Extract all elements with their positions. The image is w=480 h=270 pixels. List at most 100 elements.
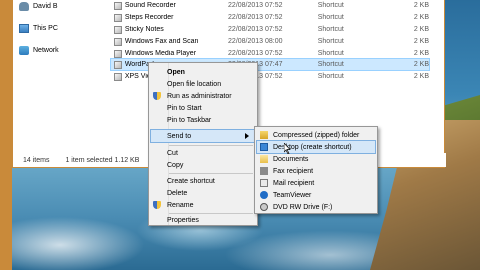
menu-item-label: Documents (273, 155, 309, 163)
shortcut-icon (114, 60, 122, 69)
table-row[interactable]: Sound Recorder 22/08/2013 07:52 Shortcut… (111, 0, 429, 11)
file-name: Sound Recorder (124, 2, 176, 9)
send-to-fax[interactable]: Fax recipient (257, 165, 375, 177)
nav-item-this-pc[interactable]: This PC (19, 22, 58, 34)
zip-folder-icon (260, 131, 268, 139)
file-type: Shortcut (317, 14, 344, 21)
file-date: 22/08/2013 07:52 (228, 14, 283, 21)
menu-separator (169, 145, 253, 146)
shortcut-icon (114, 25, 122, 34)
menu-item-label: Open file location (167, 80, 222, 88)
user-folder-icon (19, 1, 29, 11)
table-row[interactable]: Windows Fax and Scan 22/08/2013 08:00 Sh… (111, 36, 429, 47)
file-date: 22/08/2013 07:52 (228, 50, 283, 57)
menu-item-pin-to-start[interactable]: Pin to Start (151, 102, 255, 114)
nav-item-network[interactable]: Network (19, 44, 59, 56)
table-row[interactable]: Steps Recorder 22/08/2013 07:52 Shortcut… (111, 12, 429, 23)
file-type: Shortcut (317, 73, 344, 80)
file-size: 2 KB (413, 14, 429, 21)
menu-item-label: Rename (167, 201, 194, 209)
table-row[interactable]: Sticky Notes 22/08/2013 07:52 Shortcut 2… (111, 24, 429, 35)
mouse-cursor-icon (284, 143, 291, 154)
uac-shield-icon (153, 201, 161, 209)
file-name: Windows Fax and Scan (124, 38, 199, 45)
menu-item-label: Delete (167, 189, 188, 197)
menu-item-label: Cut (167, 149, 178, 157)
computer-icon (19, 23, 29, 33)
menu-item-label: TeamViewer (273, 191, 312, 199)
documents-folder-icon (260, 155, 268, 163)
selection-info: 1 item selected 1.12 KB (65, 156, 140, 164)
menu-item-send-to[interactable]: Send to (150, 129, 256, 143)
uac-shield-icon (153, 92, 161, 100)
file-size: 2 KB (413, 50, 429, 57)
send-to-desktop[interactable]: Desktop (create shortcut) (256, 140, 376, 154)
shortcut-icon (114, 1, 122, 10)
file-type: Shortcut (317, 50, 344, 57)
file-type: Shortcut (317, 38, 344, 45)
menu-item-rename[interactable]: Rename (151, 199, 255, 211)
file-type: Shortcut (317, 26, 344, 33)
nav-item-label: David B (33, 2, 58, 10)
file-name: Steps Recorder (124, 14, 174, 21)
menu-item-label: Create shortcut (167, 177, 215, 185)
navigation-pane: David B This PC Network (13, 0, 105, 150)
table-row[interactable]: Windows Media Player 22/08/2013 07:52 Sh… (111, 48, 429, 59)
file-size: 2 KB (413, 61, 429, 68)
menu-item-label: Run as administrator (167, 92, 232, 100)
file-name: Sticky Notes (124, 26, 164, 33)
menu-item-delete[interactable]: Delete (151, 187, 255, 199)
file-size: 2 KB (413, 2, 429, 9)
file-type: Shortcut (317, 2, 344, 9)
menu-item-open[interactable]: Open (151, 66, 255, 78)
shortcut-icon (114, 72, 122, 81)
send-to-documents[interactable]: Documents (257, 153, 375, 165)
nav-item-label: Network (33, 46, 59, 54)
menu-item-label: Fax recipient (273, 167, 314, 175)
menu-item-copy[interactable]: Copy (151, 159, 255, 171)
file-size: 2 KB (413, 38, 429, 45)
teamviewer-icon (260, 191, 268, 199)
nav-item-label: This PC (33, 24, 58, 32)
menu-item-create-shortcut[interactable]: Create shortcut (151, 175, 255, 187)
menu-item-cut[interactable]: Cut (151, 147, 255, 159)
window-edge (0, 0, 12, 270)
nav-item-user[interactable]: David B (19, 0, 58, 12)
shortcut-icon (114, 49, 122, 58)
menu-item-properties[interactable]: Properties (151, 214, 255, 226)
file-date: 22/08/2013 07:52 (228, 26, 283, 33)
send-to-teamviewer[interactable]: TeamViewer (257, 189, 375, 201)
menu-item-label: Send to (167, 132, 192, 140)
menu-item-label: Copy (167, 161, 184, 169)
send-to-dvd[interactable]: DVD RW Drive (F:) (257, 201, 375, 213)
mail-icon (260, 179, 268, 187)
menu-item-label: Pin to Taskbar (167, 116, 212, 124)
menu-separator (169, 173, 253, 174)
file-size: 2 KB (413, 73, 429, 80)
file-date: 22/08/2013 08:00 (228, 38, 283, 45)
fax-icon (260, 167, 268, 175)
network-icon (19, 45, 29, 55)
shortcut-icon (114, 37, 122, 46)
send-to-mail[interactable]: Mail recipient (257, 177, 375, 189)
send-to-submenu: Compressed (zipped) folder Desktop (crea… (254, 126, 378, 214)
shortcut-icon (114, 13, 122, 22)
menu-item-label: Pin to Start (167, 104, 202, 112)
file-type: Shortcut (317, 61, 344, 68)
menu-item-label: Mail recipient (273, 179, 315, 187)
dvd-drive-icon (260, 203, 268, 211)
send-to-zip[interactable]: Compressed (zipped) folder (257, 129, 375, 141)
menu-item-open-file-location[interactable]: Open file location (151, 78, 255, 90)
context-menu: Open Open file location Run as administr… (148, 62, 258, 226)
file-name: Windows Media Player (124, 50, 197, 57)
item-count: 14 items (23, 156, 50, 164)
menu-item-label: Open (167, 68, 185, 76)
menu-item-run-as-admin[interactable]: Run as administrator (151, 90, 255, 102)
menu-item-label: DVD RW Drive (F:) (273, 203, 333, 211)
desktop-icon (260, 143, 268, 151)
file-date: 22/08/2013 07:52 (228, 2, 283, 9)
file-size: 2 KB (413, 26, 429, 33)
submenu-arrow-icon (245, 133, 249, 139)
menu-item-pin-to-taskbar[interactable]: Pin to Taskbar (151, 114, 255, 126)
menu-item-label: Properties (167, 216, 199, 224)
